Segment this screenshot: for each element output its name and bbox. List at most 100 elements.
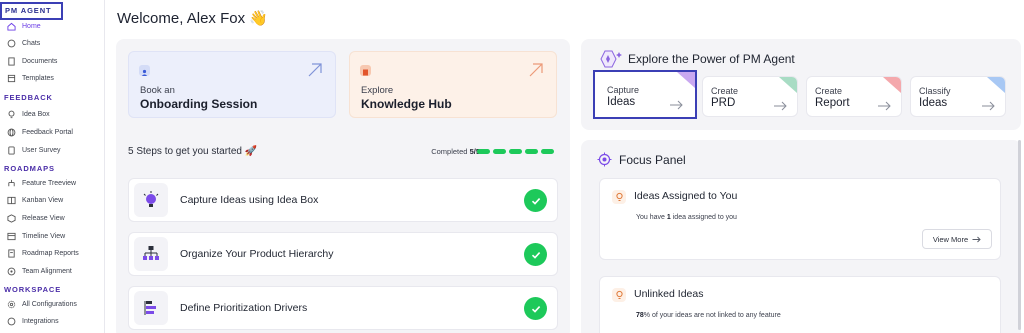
focus-title: Focus Panel bbox=[619, 153, 686, 167]
sidebar-item-label: Timeline View bbox=[22, 232, 66, 240]
tile-line2: Ideas bbox=[919, 97, 948, 109]
step-label: Define Prioritization Drivers bbox=[180, 302, 308, 314]
sidebar-item-roadmap-reports[interactable]: Roadmap Reports bbox=[7, 246, 103, 260]
focus-card-title: Unlinked Ideas bbox=[634, 288, 704, 300]
book-icon bbox=[360, 65, 371, 76]
card-line2: Knowledge Hub bbox=[361, 97, 452, 111]
tile-accent bbox=[775, 77, 797, 93]
desc-pre: You have bbox=[636, 214, 667, 221]
arrow-right-icon bbox=[773, 98, 787, 116]
tile-create-report[interactable]: Create Report bbox=[806, 76, 902, 117]
tile-line2: Report bbox=[815, 97, 850, 109]
explore-panel: Explore the Power of PM Agent Capture Id… bbox=[581, 39, 1021, 130]
steps-progress-bar bbox=[477, 149, 554, 154]
sidebar-item-feedback-portal[interactable]: Feedback Portal bbox=[7, 125, 103, 139]
focus-card-desc: 78% of your ideas are not linked to any … bbox=[636, 312, 781, 319]
sidebar-item-team-alignment[interactable]: Team Alignment bbox=[7, 264, 103, 278]
sidebar-item-idea-box[interactable]: Idea Box bbox=[7, 107, 103, 121]
sidebar-item-kanban-view[interactable]: Kanban View bbox=[7, 193, 103, 207]
sidebar-item-all-configurations[interactable]: All Configurations bbox=[7, 297, 103, 311]
view-more-button[interactable]: View More bbox=[922, 229, 992, 249]
step-label: Capture Ideas using Idea Box bbox=[180, 194, 319, 206]
progress-segment bbox=[525, 149, 538, 154]
sidebar-item-label: Home bbox=[22, 22, 41, 30]
desc-post: % of your ideas are not linked to any fe… bbox=[643, 312, 781, 319]
focus-card-desc: You have 1 idea assigned to you bbox=[636, 214, 737, 221]
scrollbar[interactable] bbox=[1018, 140, 1021, 330]
lightbulb-icon bbox=[7, 110, 16, 119]
tile-line1: Capture bbox=[607, 85, 640, 95]
getting-started-panel: Book an Onboarding Session Explore Knowl… bbox=[116, 39, 570, 333]
desc-post: idea assigned to you bbox=[670, 214, 737, 221]
priority-icon bbox=[134, 291, 168, 325]
card-line2: Onboarding Session bbox=[140, 97, 258, 111]
gear-icon bbox=[7, 300, 16, 309]
progress-segment bbox=[493, 149, 506, 154]
step-capture-ideas[interactable]: Capture Ideas using Idea Box bbox=[128, 178, 558, 222]
sidebar-item-release-view[interactable]: Release View bbox=[7, 211, 103, 225]
lightbulb-icon bbox=[134, 183, 168, 217]
step-prioritization-drivers[interactable]: Define Prioritization Drivers bbox=[128, 286, 558, 330]
timeline-icon bbox=[7, 232, 16, 241]
check-icon bbox=[524, 243, 547, 266]
steps-title: 5 Steps to get you started 🚀 bbox=[128, 146, 258, 157]
sidebar-item-label: Feature Treeview bbox=[22, 179, 77, 187]
progress-segment bbox=[509, 149, 522, 154]
sidebar-item-label: Documents bbox=[22, 57, 58, 65]
sidebar-item-feature-treeview[interactable]: Feature Treeview bbox=[7, 176, 103, 190]
sidebar-item-label: Team Alignment bbox=[22, 267, 72, 275]
tile-create-prd[interactable]: Create PRD bbox=[702, 76, 798, 117]
tile-accent bbox=[673, 72, 695, 88]
sidebar-item-label: Chats bbox=[22, 39, 41, 47]
kanban-icon bbox=[7, 196, 16, 205]
progress-segment bbox=[541, 149, 554, 154]
sidebar-item-integrations[interactable]: Integrations bbox=[7, 314, 103, 328]
report-icon bbox=[7, 248, 16, 258]
onboarding-session-card[interactable]: Book an Onboarding Session bbox=[128, 51, 336, 118]
tree-icon bbox=[7, 179, 16, 188]
tile-classify-ideas[interactable]: Classify Ideas bbox=[910, 76, 1006, 117]
tile-line2: Ideas bbox=[607, 96, 636, 108]
sidebar-item-user-survey[interactable]: User Survey bbox=[7, 143, 103, 157]
document-icon bbox=[7, 56, 16, 66]
chat-icon bbox=[7, 39, 16, 48]
plug-icon bbox=[7, 317, 16, 326]
arrow-up-right-icon bbox=[528, 62, 544, 83]
section-title-pm-agent: PM AGENT bbox=[0, 2, 63, 20]
survey-icon bbox=[7, 145, 16, 155]
sidebar-item-label: User Survey bbox=[22, 146, 61, 154]
tile-accent bbox=[879, 77, 901, 93]
check-icon bbox=[524, 297, 547, 320]
sidebar-item-timeline-view[interactable]: Timeline View bbox=[7, 229, 103, 243]
sidebar-item-label: Integrations bbox=[22, 317, 59, 325]
sidebar-item-label: All Configurations bbox=[22, 300, 77, 308]
sidebar-item-label: Templates bbox=[22, 74, 54, 82]
arrow-right-icon bbox=[877, 98, 891, 116]
tile-accent bbox=[983, 77, 1005, 93]
tile-line1: Create bbox=[815, 86, 843, 96]
step-organize-hierarchy[interactable]: Organize Your Product Hierarchy bbox=[128, 232, 558, 276]
focus-card-title: Ideas Assigned to You bbox=[634, 190, 738, 202]
ideas-assigned-card: Ideas Assigned to You You have 1 idea as… bbox=[599, 178, 1001, 260]
unlinked-ideas-card: Unlinked Ideas 78% of your ideas are not… bbox=[599, 276, 1001, 333]
arrow-right-icon bbox=[669, 97, 683, 115]
sidebar: PM AGENT Home Chats Documents Templates … bbox=[0, 0, 105, 333]
sidebar-item-label: Feedback Portal bbox=[22, 128, 73, 136]
focus-panel: Focus Panel Ideas Assigned to You You ha… bbox=[581, 140, 1021, 333]
sidebar-item-templates[interactable]: Templates bbox=[7, 71, 103, 85]
tile-line1: Create bbox=[711, 86, 739, 96]
sidebar-item-chats[interactable]: Chats bbox=[7, 36, 103, 50]
sidebar-item-label: Roadmap Reports bbox=[22, 249, 79, 257]
sidebar-item-documents[interactable]: Documents bbox=[7, 54, 103, 68]
sidebar-item-home[interactable]: Home bbox=[7, 19, 103, 33]
lightbulb-icon bbox=[612, 288, 626, 302]
tile-capture-ideas[interactable]: Capture Ideas bbox=[593, 70, 697, 119]
section-title-feedback: FEEDBACK bbox=[4, 93, 53, 102]
check-icon bbox=[524, 189, 547, 212]
sidebar-item-label: Release View bbox=[22, 214, 65, 222]
section-title-roadmaps: ROADMAPS bbox=[4, 164, 55, 173]
knowledge-hub-card[interactable]: Explore Knowledge Hub bbox=[349, 51, 557, 118]
tile-line2: PRD bbox=[711, 97, 736, 109]
explore-title: Explore the Power of PM Agent bbox=[628, 52, 795, 66]
card-line1: Book an bbox=[140, 85, 175, 96]
